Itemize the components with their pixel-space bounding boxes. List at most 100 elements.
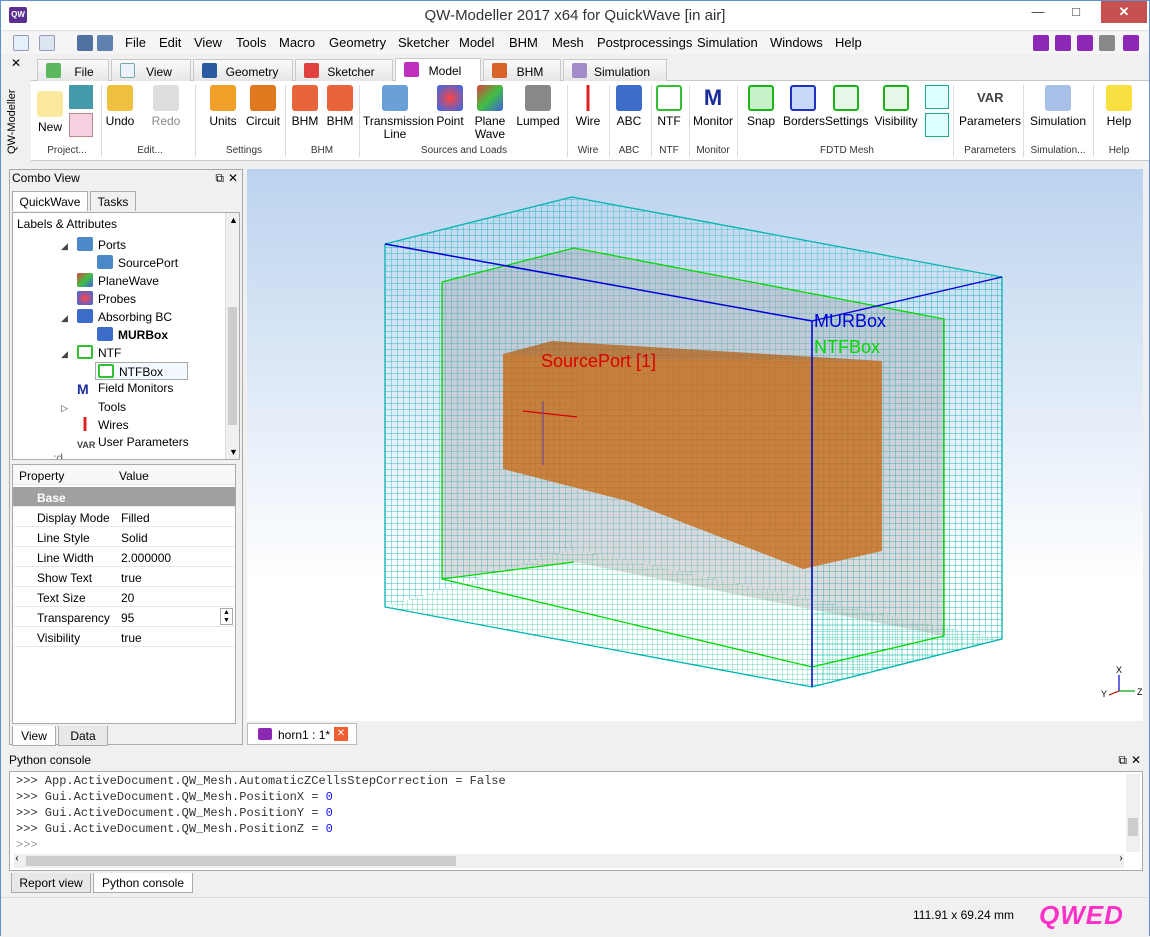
menu-postprocessings[interactable]: Postprocessings bbox=[597, 35, 692, 50]
property-row[interactable]: Transparency 95 ▲ ▼ bbox=[13, 607, 235, 627]
console-hscrollbar[interactable]: ‹ › bbox=[14, 854, 1124, 868]
menu-view[interactable]: View bbox=[194, 35, 222, 50]
redo-button[interactable]: Redo bbox=[151, 85, 181, 128]
collapse-icon[interactable]: ◢ bbox=[61, 349, 68, 360]
expand-icon[interactable]: ▷ bbox=[61, 403, 68, 414]
property-row[interactable]: Show Text true bbox=[13, 567, 235, 587]
tab-view-panel[interactable]: View bbox=[12, 726, 56, 746]
3d-viewport[interactable]: SourcePort [1] MURBox NTFBox X Z Y bbox=[247, 169, 1143, 721]
tab-tasks[interactable]: Tasks bbox=[90, 191, 136, 211]
mesh-grid-icon[interactable] bbox=[925, 113, 949, 137]
open-project-icon[interactable] bbox=[69, 113, 93, 137]
undo-button[interactable]: Undo bbox=[105, 85, 135, 128]
tree-item-probes[interactable]: Probes bbox=[77, 291, 136, 309]
close-sidebar-icon[interactable]: ✕ bbox=[11, 56, 21, 70]
parameters-button[interactable]: VAR Parameters bbox=[959, 85, 1021, 128]
tree-item-wires[interactable]: Wires bbox=[77, 417, 129, 435]
tree-item-field-monitors[interactable]: M Field Monitors bbox=[77, 381, 173, 399]
document-tab[interactable]: horn1 : 1* ✕ bbox=[247, 723, 357, 745]
console-prompt[interactable]: >>> bbox=[16, 838, 45, 852]
wire-button[interactable]: Wire bbox=[573, 85, 603, 128]
qw-about-icon[interactable] bbox=[1123, 35, 1139, 51]
scroll-down-icon[interactable]: ▼ bbox=[229, 447, 238, 457]
scroll-right-icon[interactable]: › bbox=[1118, 854, 1124, 865]
visibility-button[interactable]: Visibility bbox=[871, 85, 921, 128]
close-button[interactable]: ✕ bbox=[1101, 1, 1147, 23]
mesh-settings-button[interactable]: Settings bbox=[825, 85, 868, 128]
menu-mesh[interactable]: Mesh bbox=[552, 35, 584, 50]
tab-model[interactable]: Model bbox=[395, 58, 481, 81]
close-panel-icon[interactable]: ✕ bbox=[1131, 753, 1141, 767]
save-project-icon[interactable] bbox=[69, 85, 93, 109]
property-row[interactable]: Visibility true bbox=[13, 627, 235, 647]
collapse-icon[interactable]: ◢ bbox=[61, 241, 68, 252]
robot-icon[interactable] bbox=[1099, 35, 1115, 51]
tree-item-absorbing-bc[interactable]: Absorbing BC bbox=[77, 309, 172, 327]
tree-item-user-parameters[interactable]: VAR User Parameters bbox=[77, 435, 189, 453]
spinbox-arrows-icon[interactable]: ▲ ▼ bbox=[220, 608, 233, 625]
tab-report-view[interactable]: Report view bbox=[11, 873, 91, 893]
menu-tools[interactable]: Tools bbox=[236, 35, 266, 50]
simulation-button[interactable]: Simulation bbox=[1027, 85, 1089, 128]
tree-item-ntf[interactable]: NTF bbox=[77, 345, 121, 363]
open-icon[interactable] bbox=[39, 35, 55, 51]
menu-windows[interactable]: Windows bbox=[770, 35, 823, 50]
tree-item-ports[interactable]: Ports bbox=[77, 237, 126, 255]
ntf-button[interactable]: NTF bbox=[655, 85, 683, 128]
tab-file[interactable]: File bbox=[37, 59, 109, 81]
property-row[interactable]: Line Style Solid bbox=[13, 527, 235, 547]
vscroll-thumb[interactable] bbox=[1128, 818, 1138, 836]
property-row[interactable]: Display Mode Filled bbox=[13, 507, 235, 527]
save-icon[interactable] bbox=[77, 35, 93, 51]
property-row[interactable]: Text Size 20 bbox=[13, 587, 235, 607]
tab-view[interactable]: View bbox=[111, 59, 191, 81]
abc-button[interactable]: ABC bbox=[613, 85, 645, 128]
scroll-thumb[interactable] bbox=[228, 307, 237, 425]
property-group-base[interactable]: Base bbox=[13, 487, 235, 507]
point-button[interactable]: Point bbox=[433, 85, 467, 128]
menu-macro[interactable]: Macro bbox=[279, 35, 315, 50]
bhm-dropdown-button[interactable]: BHM bbox=[289, 85, 321, 128]
qw-simulator-icon[interactable] bbox=[1055, 35, 1071, 51]
bhm-button[interactable]: BHM bbox=[325, 85, 355, 128]
tab-simulation[interactable]: Simulation bbox=[563, 59, 667, 81]
tree-item-planewave[interactable]: PlaneWave bbox=[77, 273, 159, 291]
plane-wave-button[interactable]: Plane Wave bbox=[473, 85, 507, 141]
help-button[interactable]: Help bbox=[1101, 85, 1137, 128]
menu-bhm[interactable]: BHM bbox=[509, 35, 538, 50]
tree-item-sourceport[interactable]: SourcePort bbox=[97, 255, 178, 273]
collapse-icon[interactable]: ◢ bbox=[61, 313, 68, 324]
tab-python-console[interactable]: Python console bbox=[93, 873, 193, 893]
menu-edit[interactable]: Edit bbox=[159, 35, 181, 50]
undock-icon[interactable]: ⧉ bbox=[215, 171, 224, 186]
menu-simulation[interactable]: Simulation bbox=[697, 35, 758, 50]
tree-item-ntfbox[interactable]: NTFBox bbox=[95, 362, 189, 380]
menu-model[interactable]: Model bbox=[459, 35, 494, 50]
new-button[interactable]: New bbox=[37, 91, 63, 134]
snap-button[interactable]: Snap bbox=[745, 85, 777, 128]
minimize-button[interactable]: — bbox=[1023, 1, 1053, 23]
close-panel-icon[interactable]: ✕ bbox=[228, 171, 238, 185]
tab-bhm[interactable]: BHM bbox=[483, 59, 561, 81]
python-console[interactable]: >>> App.ActiveDocument.QW_Mesh.Automatic… bbox=[9, 771, 1143, 871]
console-vscrollbar[interactable] bbox=[1126, 774, 1140, 852]
save-as-icon[interactable] bbox=[97, 35, 113, 51]
mesh-view-icon[interactable] bbox=[925, 85, 949, 109]
menu-geometry[interactable]: Geometry bbox=[329, 35, 386, 50]
scroll-left-icon[interactable]: ‹ bbox=[14, 854, 20, 865]
tab-quickwave[interactable]: QuickWave bbox=[12, 191, 88, 211]
qw-view-icon[interactable] bbox=[1077, 35, 1093, 51]
edit-group-label[interactable]: Edit... bbox=[105, 145, 195, 156]
monitor-button[interactable]: M Monitor bbox=[693, 85, 733, 128]
lumped-button[interactable]: Lumped bbox=[515, 85, 561, 128]
qw-editor-icon[interactable] bbox=[1033, 35, 1049, 51]
tree-scrollbar[interactable]: ▲ ▼ bbox=[225, 213, 239, 459]
transmission-line-button[interactable]: Transmission Line bbox=[363, 85, 434, 141]
menu-file[interactable]: File bbox=[125, 35, 146, 50]
property-row[interactable]: Line Width 2.000000 bbox=[13, 547, 235, 567]
tree-item-murbox[interactable]: MURBox bbox=[97, 327, 168, 345]
menu-help[interactable]: Help bbox=[835, 35, 862, 50]
circuit-button[interactable]: Circuit bbox=[243, 85, 283, 128]
new-doc-icon[interactable] bbox=[13, 35, 29, 51]
undock-icon[interactable]: ⧉ bbox=[1118, 753, 1127, 768]
